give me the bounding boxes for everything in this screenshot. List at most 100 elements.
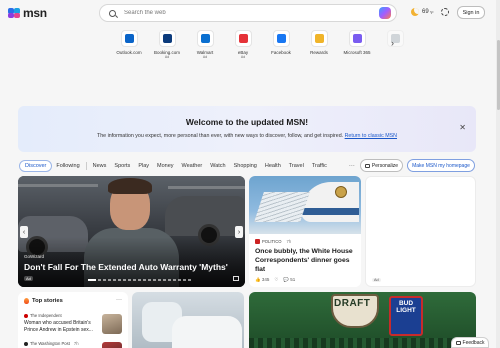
- weather-temp: 69: [422, 9, 429, 15]
- story-title[interactable]: Woman who accused Britain's Prince Andre…: [24, 320, 102, 333]
- hero-title[interactable]: Don't Fall For The Extended Auto Warrant…: [24, 262, 228, 272]
- scrollbar-thumb[interactable]: [496, 40, 500, 110]
- quick-link[interactable]: Booking.com Ad: [148, 30, 186, 59]
- quick-link-label: Microsoft 365: [343, 50, 371, 55]
- booking-icon: [162, 34, 172, 43]
- copilot-icon[interactable]: [379, 7, 391, 19]
- tab-discover[interactable]: Discover: [19, 160, 53, 172]
- like-button[interactable]: 👍 345: [255, 277, 269, 283]
- comment-button[interactable]: 💬 51: [283, 277, 295, 283]
- microsoft365-icon: [352, 34, 362, 43]
- tab-sports[interactable]: Sports: [110, 160, 134, 172]
- make-homepage-button[interactable]: Make MSN my homepage: [407, 159, 475, 172]
- search-icon: [109, 9, 116, 17]
- source-logo-icon: [24, 341, 28, 346]
- next-arrow-icon[interactable]: ›: [235, 226, 243, 238]
- tab-health[interactable]: Health: [261, 160, 285, 172]
- close-icon[interactable]: ✕: [459, 123, 466, 132]
- more-options-icon[interactable]: ···: [116, 297, 122, 303]
- moon-icon: [411, 8, 419, 16]
- bud-light-text: BUD LIGHT: [396, 300, 416, 314]
- share-icon[interactable]: [233, 276, 239, 281]
- previous-arrow-icon[interactable]: ‹: [20, 226, 28, 238]
- article-image: [249, 176, 361, 234]
- carousel-dots[interactable]: [88, 279, 191, 281]
- article-source: POLITICO 7h: [255, 239, 291, 244]
- quick-link-tile[interactable]: [120, 30, 138, 47]
- quick-link-ad-label: Ad: [240, 55, 246, 59]
- story-source: The Washington Post 7h: [24, 341, 79, 346]
- politico-logo-icon: [255, 239, 260, 244]
- quick-link[interactable]: Microsoft 365: [338, 30, 376, 59]
- personalize-label: Personalize: [371, 162, 399, 169]
- quick-link[interactable]: Facebook: [262, 30, 300, 59]
- article-time: 7h: [286, 239, 292, 244]
- quick-link-ad-label: Ad: [202, 55, 208, 59]
- quick-link[interactable]: eBay Ad: [224, 30, 262, 59]
- tab-travel[interactable]: Travel: [285, 160, 308, 172]
- top-stories-title: Top stories: [32, 298, 63, 304]
- search-bar[interactable]: [99, 4, 397, 22]
- story-source-name: The Washington Post: [30, 341, 70, 346]
- article-title[interactable]: Once bubbly, the White House Corresponde…: [255, 247, 357, 274]
- dislike-icon[interactable]: ♡: [274, 277, 278, 283]
- quick-link[interactable]: Outlook.com: [110, 30, 148, 59]
- quick-link-tile[interactable]: [196, 30, 214, 47]
- signin-button[interactable]: Sign in: [457, 6, 485, 19]
- quick-link-tile[interactable]: [348, 30, 366, 47]
- feedback-label: Feedback: [462, 339, 485, 346]
- top-stories-card: Top stories ··· The Independent Woman wh…: [18, 292, 128, 348]
- msn-logo[interactable]: msn: [8, 6, 47, 20]
- msn-butterfly-icon: [8, 8, 21, 18]
- chevron-right-icon[interactable]: ›: [391, 38, 394, 48]
- search-input[interactable]: [124, 10, 364, 16]
- gear-icon[interactable]: [441, 8, 449, 16]
- story-time: 7h: [73, 341, 79, 346]
- quick-link-tile[interactable]: [158, 30, 176, 47]
- like-count: 345: [261, 277, 270, 282]
- hero-source: GoWizard: [24, 254, 45, 259]
- quick-link-tile[interactable]: [386, 30, 404, 47]
- flame-icon: [24, 298, 29, 304]
- article-card[interactable]: POLITICO 7h Once bubbly, the White House…: [249, 176, 361, 287]
- article-source-name: POLITICO: [262, 239, 282, 244]
- story-source-name: The Independent: [30, 313, 62, 318]
- quick-link-tile[interactable]: [310, 30, 328, 47]
- personalize-button[interactable]: Personalize: [360, 159, 403, 172]
- tab-weather[interactable]: Weather: [178, 160, 207, 172]
- banner-text: The information you expect, more persona…: [18, 133, 476, 139]
- quick-link-label: Rewards: [310, 50, 328, 55]
- quick-link-tile[interactable]: [234, 30, 252, 47]
- quick-link-tile[interactable]: [272, 30, 290, 47]
- tab-divider: [85, 162, 87, 170]
- story-thumbnail[interactable]: [102, 314, 122, 334]
- feedback-button[interactable]: Feedback: [451, 337, 489, 348]
- logo-text: msn: [23, 6, 47, 20]
- welcome-banner: Welcome to the updated MSN! The informat…: [18, 106, 476, 152]
- weather-unit: °F: [429, 9, 434, 15]
- tab-money[interactable]: Money: [153, 160, 178, 172]
- quick-link[interactable]: Walmart Ad: [186, 30, 224, 59]
- quick-link[interactable]: Rewards: [300, 30, 338, 59]
- story-source: The Independent: [24, 313, 62, 318]
- facebook-icon: [276, 34, 286, 43]
- scrollbar[interactable]: [496, 0, 500, 348]
- tab-news[interactable]: News: [89, 160, 111, 172]
- tab-shopping[interactable]: Shopping: [230, 160, 261, 172]
- rewards-icon: [314, 34, 324, 43]
- tab-traffic[interactable]: Traffic: [308, 160, 331, 172]
- story-thumbnail[interactable]: [102, 342, 122, 348]
- hero-card[interactable]: ‹ › GoWizard Don't Fall For The Extended…: [18, 176, 245, 287]
- return-classic-link[interactable]: Return to classic MSN: [345, 133, 397, 139]
- car-interior-card[interactable]: [132, 292, 244, 348]
- article-reactions: 👍 345 ♡ 💬 51: [255, 277, 295, 283]
- weather-widget[interactable]: 69 °F: [411, 8, 434, 16]
- tab-play[interactable]: Play: [134, 160, 153, 172]
- tab-watch[interactable]: Watch: [206, 160, 229, 172]
- draft-card[interactable]: DRAFT BUD LIGHT: [249, 292, 476, 348]
- tab-following[interactable]: Following: [52, 160, 83, 172]
- quick-link[interactable]: [376, 30, 414, 59]
- ad-card[interactable]: Ad: [365, 176, 476, 287]
- more-tabs-icon[interactable]: ···: [349, 163, 355, 169]
- ad-badge: Ad: [24, 276, 33, 281]
